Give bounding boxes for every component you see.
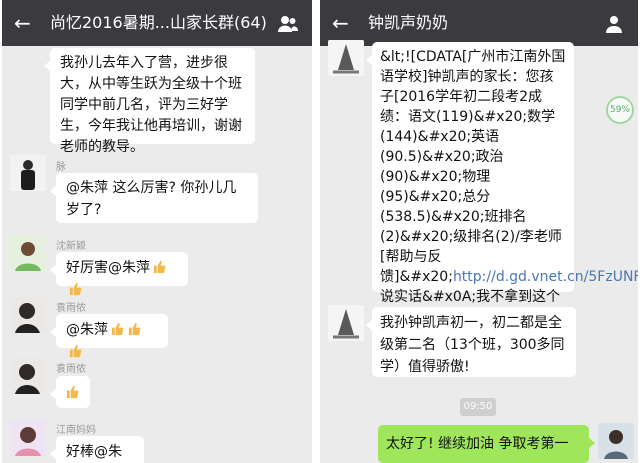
avatar[interactable] [10, 235, 46, 271]
sender-name: 袁雨侬 [56, 303, 86, 314]
progress-badge: 59% [606, 96, 634, 124]
avatar[interactable] [10, 358, 46, 394]
message-bubble[interactable]: 好棒@朱萍 [50, 436, 144, 463]
message-timestamp: 09:50 [460, 398, 496, 416]
message-bubble[interactable]: @朱萍 [50, 314, 168, 358]
person-icon[interactable] [602, 12, 626, 36]
thumbs-up-icon [66, 385, 79, 399]
left-chat-screen: ← 尚忆2016暑期...山家长群(64) 我孙儿去年入了营，进步很大，从中等生… [2, 0, 312, 463]
avatar[interactable] [10, 155, 46, 191]
sender-name: 脉 [56, 162, 66, 173]
avatar[interactable] [10, 420, 46, 456]
message-bubble[interactable]: 好厉害@朱萍 [50, 252, 188, 296]
group-members-icon[interactable] [276, 12, 300, 36]
thumbs-up-icon [69, 344, 82, 358]
message-link[interactable]: http://d.gd.vnet.cn/5FzUNFf&#x20; [453, 269, 638, 285]
message-bubble[interactable] [50, 376, 90, 408]
left-chat-title: 尚忆2016暑期...山家长群(64) [50, 13, 267, 32]
back-arrow-icon[interactable]: ← [332, 12, 354, 34]
avatar[interactable] [328, 305, 364, 341]
message-bubble[interactable]: @朱萍 这么厉害? 你孙儿几岁了? [50, 173, 258, 223]
message-text: @朱萍 [66, 322, 108, 338]
thumbs-up-icon [128, 322, 141, 336]
thumbs-up-icon [111, 322, 124, 336]
message-bubble[interactable]: 我孙儿去年入了营，进步很大，从中等生跃为全级十个班同学中前几名，评为三好学生，今… [44, 48, 255, 155]
message-bubble[interactable]: 太好了! 继续加油 争取考第一 [378, 425, 595, 463]
avatar[interactable] [328, 40, 364, 76]
sender-name: 沈新颖 [56, 241, 86, 252]
message-bubble[interactable]: 我孙钟凯声初一，初二都是全级第二名（13个班，300多同学）值得骄傲! [366, 307, 576, 377]
thumbs-up-icon [69, 282, 82, 296]
back-arrow-icon[interactable]: ← [14, 12, 36, 34]
sender-name: 袁雨侬 [56, 364, 86, 375]
avatar[interactable] [598, 423, 634, 459]
sender-name: 江南妈妈 [56, 425, 96, 436]
left-title-bar: ← 尚忆2016暑期...山家长群(64) [2, 0, 312, 46]
right-chat-title: 钟凯声奶奶 [368, 13, 449, 32]
avatar[interactable] [10, 297, 46, 333]
message-text: 好厉害@朱萍 [66, 260, 150, 276]
message-text: &lt;![CDATA[广州市江南外国语学校]钟凯声的家长：您孩子[2016学年… [380, 49, 566, 285]
thumbs-up-icon [153, 260, 166, 274]
right-chat-screen: ← 钟凯声奶奶 &lt;![CDATA[广州市江南外国语学校]钟凯声的家长：您孩… [320, 0, 638, 463]
message-bubble[interactable]: &lt;![CDATA[广州市江南外国语学校]钟凯声的家长：您孩子[2016学年… [366, 42, 638, 345]
right-title-bar: ← 钟凯声奶奶 [320, 0, 638, 46]
